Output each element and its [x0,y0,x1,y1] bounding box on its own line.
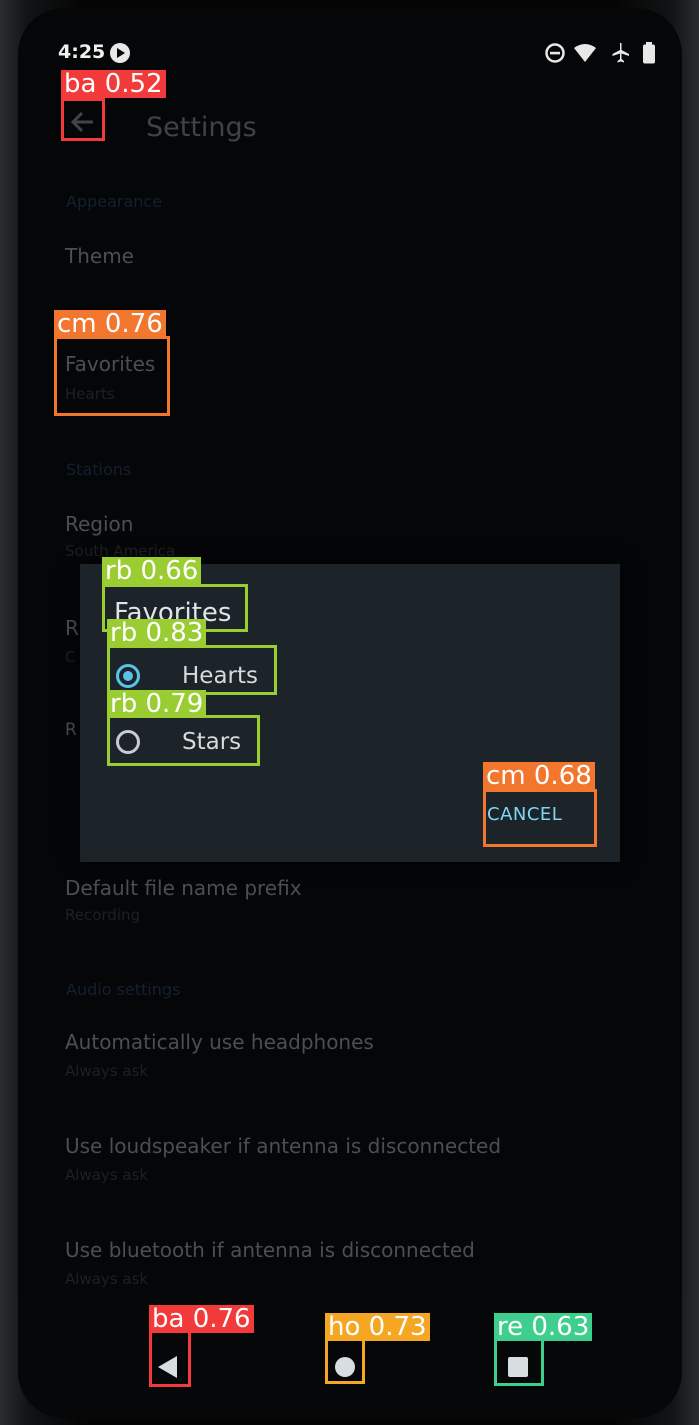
detection-box [483,789,597,847]
detection-box [107,715,260,766]
setting-default-prefix-summary: Recording [65,906,141,924]
detection-box [149,1329,191,1387]
detection-label: cm 0.68 [483,762,595,790]
airplane-mode-icon [609,42,631,68]
detection-box [494,1338,544,1386]
setting-bluetooth-title: Use bluetooth if antenna is disconnected [65,1238,475,1262]
detection-label: rb 0.66 [102,557,202,585]
battery-icon [642,42,656,68]
setting-loudspeaker-summary: Always ask [65,1166,149,1184]
setting-default-prefix-title: Default file name prefix [65,876,302,900]
app-notification-icon [109,42,131,68]
section-header-appearance: Appearance [66,192,163,211]
page-title: Settings [146,112,257,143]
setting-headphones-title: Automatically use headphones [65,1030,374,1054]
detection-label: ba 0.52 [61,70,166,98]
setting-r1-summary: C [65,648,76,666]
setting-r2-title[interactable]: R [65,720,77,740]
setting-theme-title[interactable]: Theme [65,244,134,268]
setting-loudspeaker-title: Use loudspeaker if antenna is disconnect… [65,1134,502,1158]
detection-label: ba 0.76 [149,1305,254,1333]
section-header-audio: Audio settings [66,980,181,999]
status-time: 4:25 [58,41,106,63]
setting-r1-title: R [65,616,79,640]
setting-headphones-summary: Always ask [65,1062,149,1080]
detection-label: rb 0.79 [107,690,207,718]
section-header-stations: Stations [66,460,132,479]
wifi-icon [573,42,597,68]
detection-label: rb 0.83 [107,619,207,647]
detection-label: cm 0.76 [54,310,166,338]
detection-box [54,336,170,416]
setting-bluetooth-summary: Always ask [65,1270,149,1288]
detection-box [61,98,105,141]
do-not-disturb-icon [544,42,566,68]
setting-region-title: Region [65,512,134,536]
detection-box [325,1338,365,1384]
detection-box [107,645,277,695]
detection-label: re 0.63 [494,1313,593,1341]
detection-label: ho 0.73 [325,1313,430,1341]
